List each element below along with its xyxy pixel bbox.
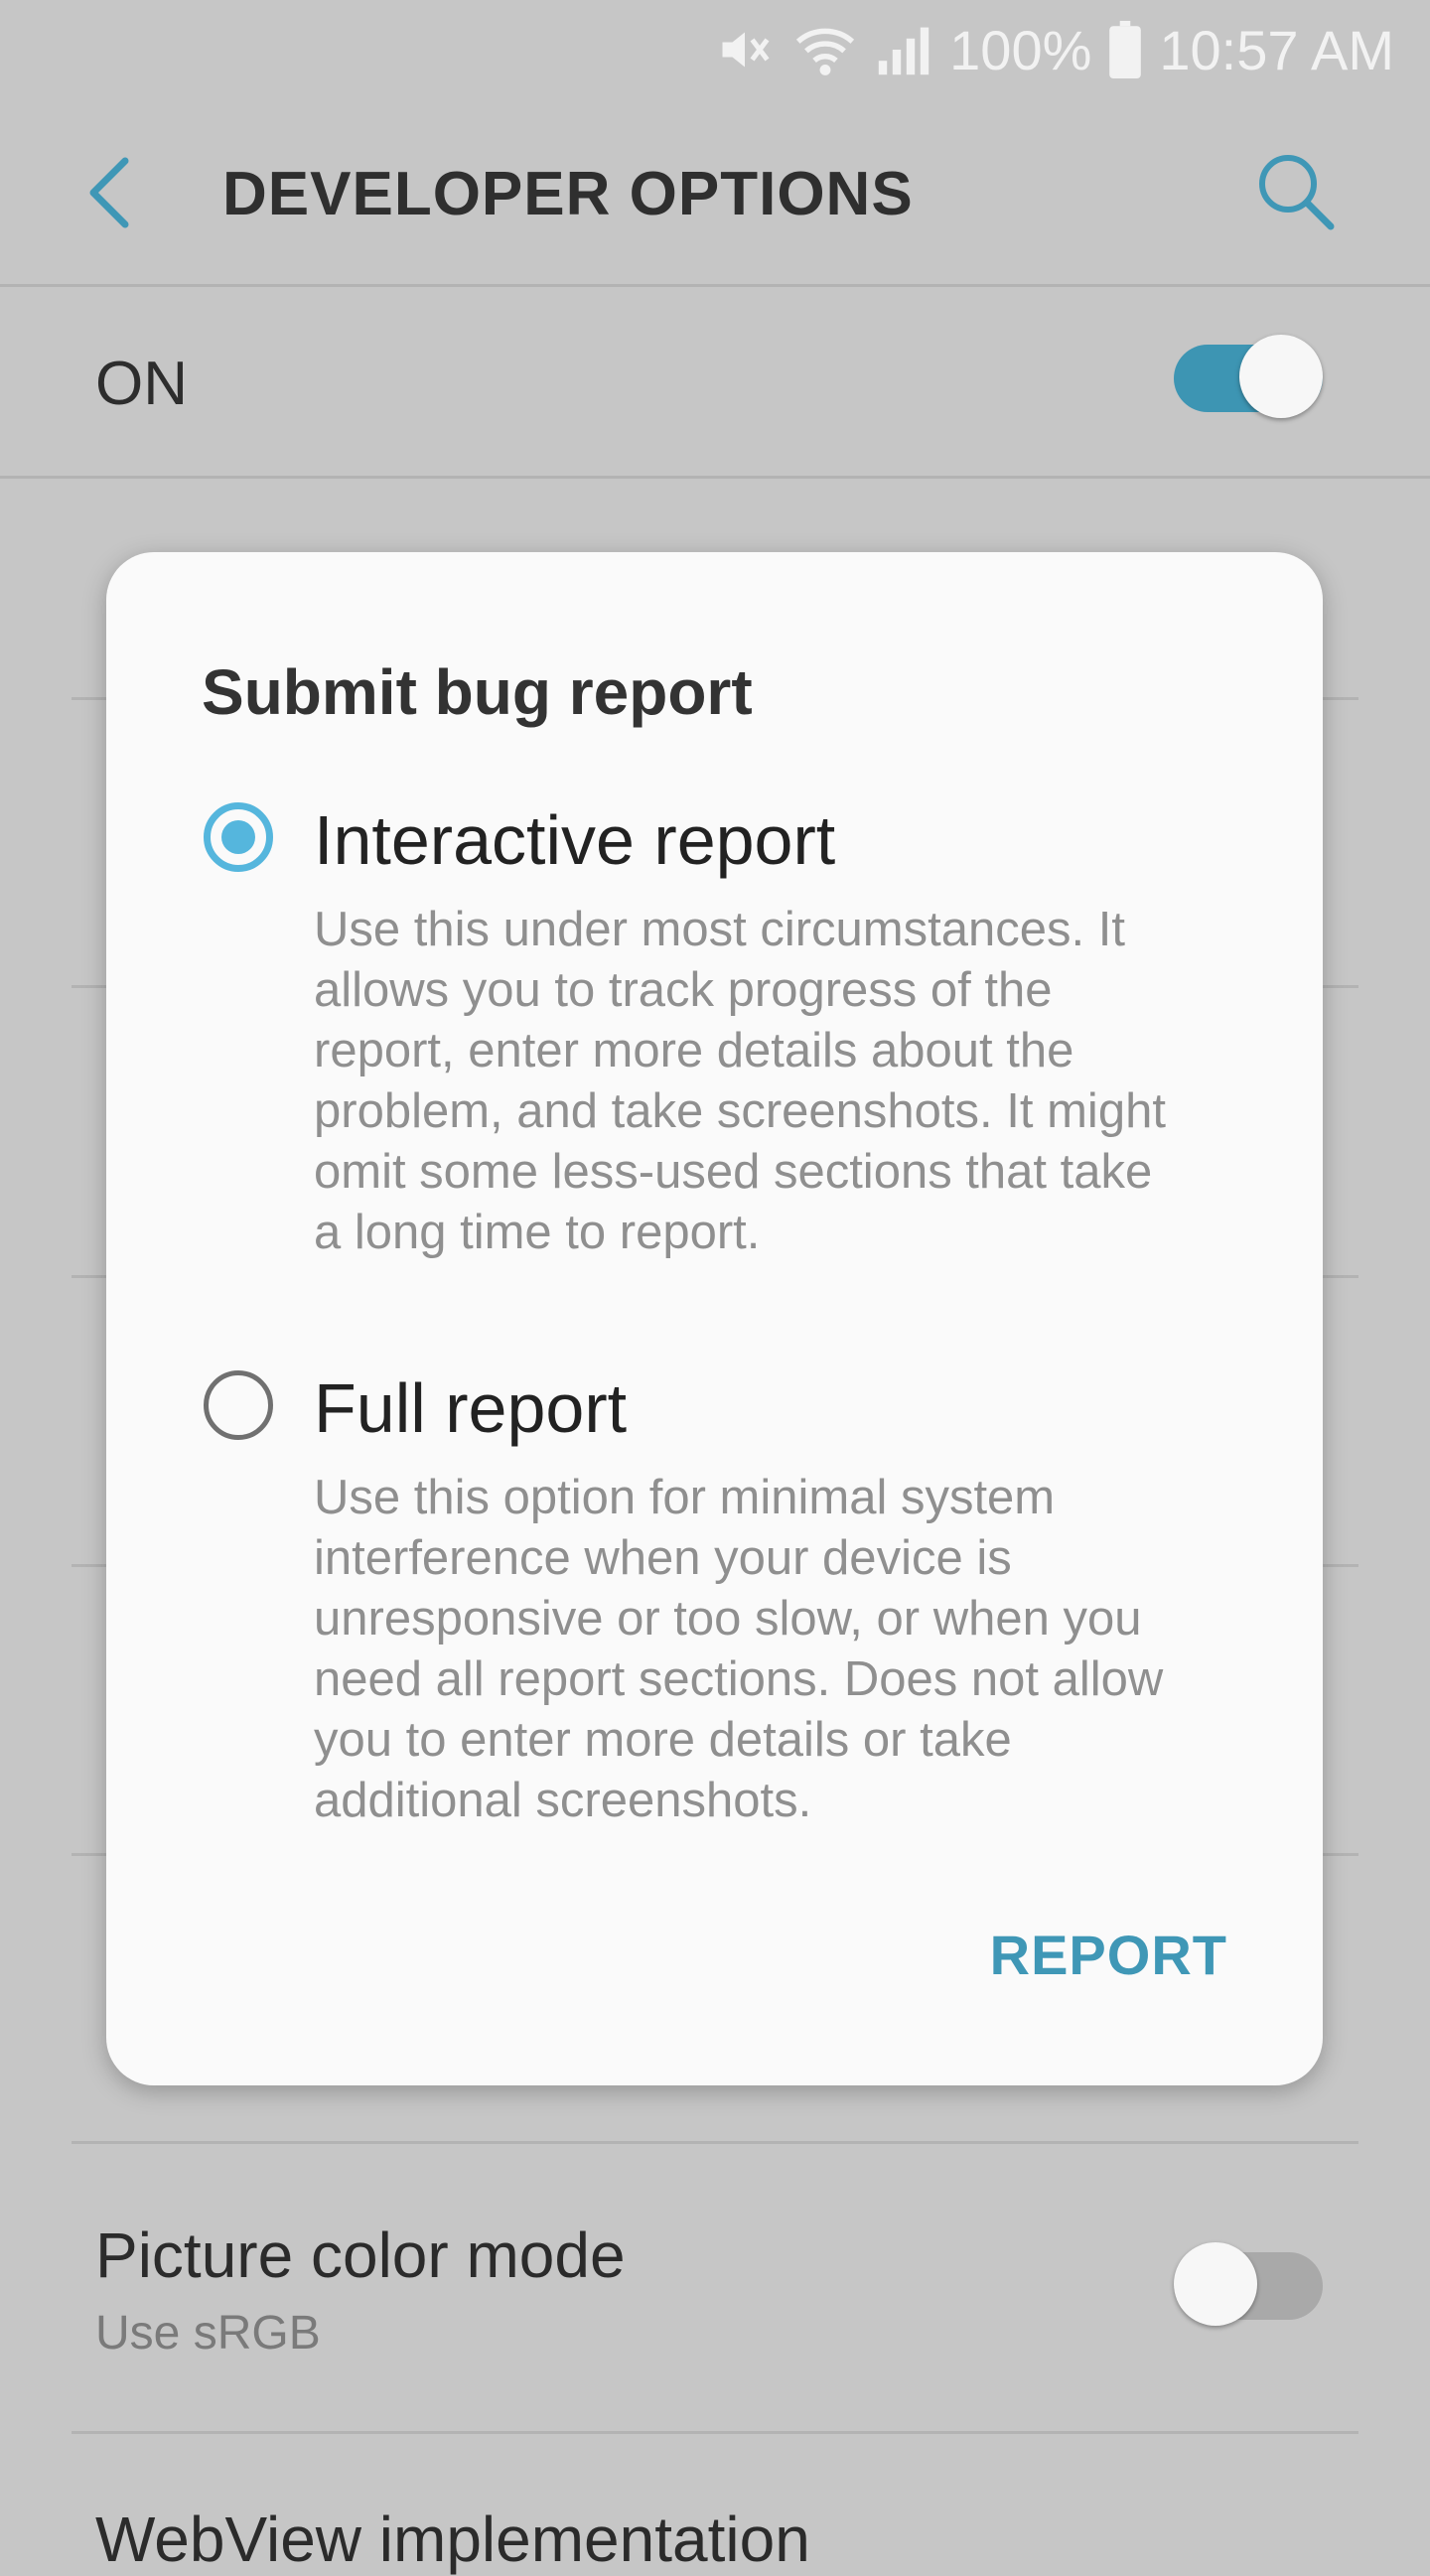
option-description: Use this option for minimal system inter… bbox=[314, 1471, 1164, 1827]
option-description: Use this under most circumstances. It al… bbox=[314, 903, 1166, 1259]
picture-color-mode-subtitle: Use sRGB bbox=[95, 2307, 321, 2360]
toggle-knob bbox=[1239, 335, 1323, 418]
master-switch-label: ON bbox=[95, 350, 188, 418]
battery-level: 100% bbox=[949, 18, 1092, 81]
list-divider bbox=[72, 2141, 1358, 2144]
signal-icon bbox=[876, 22, 931, 77]
list-divider bbox=[72, 2431, 1358, 2434]
radio-unselected-icon[interactable] bbox=[204, 1370, 273, 1440]
submit-bug-report-dialog: Submit bug report Interactive report Use… bbox=[106, 552, 1323, 2085]
clock: 10:57 AM bbox=[1159, 18, 1394, 81]
app-bar: DEVELOPER OPTIONS bbox=[0, 99, 1430, 287]
picture-color-mode-title: Picture color mode bbox=[95, 2219, 626, 2291]
status-bar: 100% 10:57 AM bbox=[0, 0, 1430, 99]
status-icons: 100% 10:57 AM bbox=[715, 18, 1394, 81]
radio-selected-icon[interactable] bbox=[204, 802, 273, 872]
wifi-icon bbox=[792, 20, 858, 79]
option-label: Full report bbox=[314, 1369, 628, 1447]
back-arrow-icon[interactable] bbox=[75, 155, 145, 230]
battery-icon bbox=[1109, 21, 1142, 78]
developer-options-master-switch-row[interactable]: ON bbox=[0, 287, 1430, 479]
master-switch-toggle[interactable] bbox=[1174, 335, 1323, 422]
search-icon[interactable] bbox=[1253, 149, 1339, 234]
option-label: Interactive report bbox=[314, 801, 836, 879]
picture-color-mode-toggle[interactable] bbox=[1174, 2242, 1323, 2330]
dialog-title: Submit bug report bbox=[202, 656, 753, 728]
page-title: DEVELOPER OPTIONS bbox=[222, 160, 914, 228]
report-button[interactable]: REPORT bbox=[990, 1923, 1227, 1987]
toggle-knob bbox=[1174, 2242, 1257, 2326]
webview-implementation-title: WebView implementation bbox=[95, 2504, 810, 2575]
mute-icon bbox=[715, 20, 775, 79]
